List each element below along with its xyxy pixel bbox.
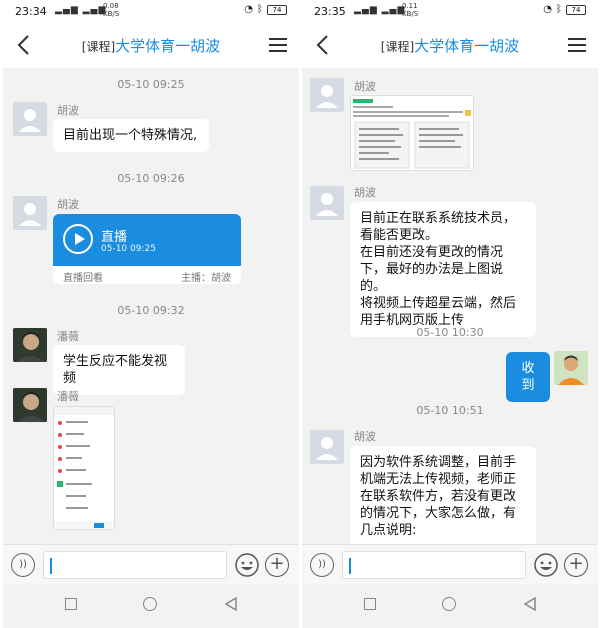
- avatar[interactable]: [13, 102, 47, 136]
- timestamp: 05-10 10:30: [416, 326, 484, 339]
- avatar[interactable]: [13, 388, 47, 422]
- sender-name: 潘薇: [57, 390, 79, 403]
- title-tag: [课程]: [380, 40, 415, 54]
- menu-icon[interactable]: [269, 38, 287, 52]
- chat-area[interactable]: 胡波 胡波 目前正在联系系统技术员，看能否更改。 在目前还没有更改的情况下，最好…: [302, 68, 598, 544]
- live-replay-link[interactable]: 直播回看: [63, 269, 103, 284]
- status-bar: 23:35 ▂▄▆ ▂▄▆ 0.11 KB/S ◔ ᛒ 74: [302, 0, 598, 22]
- recent-apps-icon[interactable]: [364, 598, 376, 610]
- right-screenshot: 23:35 ▂▄▆ ▂▄▆ 0.11 KB/S ◔ ᛒ 74 [课程]大学体育一…: [302, 0, 598, 628]
- default-avatar-icon: [310, 78, 344, 112]
- user-photo-icon: [13, 388, 47, 422]
- emoji-icon[interactable]: [235, 553, 259, 577]
- voice-icon[interactable]: )): [11, 553, 35, 577]
- default-avatar-icon: [310, 430, 344, 464]
- title-bar: [课程]大学体育一胡波: [3, 22, 299, 68]
- wifi-icon: ◔: [244, 4, 253, 15]
- add-icon[interactable]: +: [265, 553, 289, 577]
- network-speed: 0.08 KB/S: [103, 2, 120, 18]
- timestamp: 05-10 09:25: [117, 78, 185, 91]
- image-thumbnail[interactable]: [350, 95, 474, 171]
- default-avatar-icon: [310, 186, 344, 220]
- user-photo-icon: [554, 351, 588, 385]
- my-avatar[interactable]: [554, 351, 588, 385]
- emoji-icon[interactable]: [534, 553, 558, 577]
- home-icon[interactable]: [442, 597, 456, 611]
- back-nav-icon[interactable]: [225, 597, 237, 611]
- bluetooth-icon: ᛒ: [556, 4, 562, 15]
- timestamp: 05-10 09:26: [117, 172, 185, 185]
- input-bar: )) +: [3, 544, 299, 584]
- message-input[interactable]: [342, 551, 526, 579]
- sender-name: 胡波: [354, 430, 376, 443]
- signal-icon: ▂▄▆ ▂▄▆: [55, 5, 107, 15]
- system-nav-bar: [302, 584, 598, 628]
- message-bubble[interactable]: 因为软件系统调整，目前手机端无法上传视频，老师正在联系软件方，若没有更改的情况下…: [350, 446, 536, 544]
- title-text: 大学体育一胡波: [414, 37, 520, 55]
- home-icon[interactable]: [143, 597, 157, 611]
- sender-name: 胡波: [354, 80, 376, 93]
- message-bubble[interactable]: 目前正在联系系统技术员，看能否更改。 在目前还没有更改的情况下，最好的办法是上图…: [350, 202, 536, 337]
- network-speed: 0.11 KB/S: [402, 2, 419, 18]
- live-card[interactable]: 直播 05-10 09:25 直播回看 主播：胡波: [53, 214, 241, 284]
- bluetooth-icon: ᛒ: [257, 4, 263, 15]
- message-input[interactable]: [43, 551, 227, 579]
- back-nav-icon[interactable]: [524, 597, 536, 611]
- sender-name: 潘薇: [57, 330, 79, 343]
- chat-area[interactable]: 05-10 09:25 胡波 目前出现一个特殊情况, 05-10 09:26 胡…: [3, 68, 299, 544]
- status-time: 23:34: [15, 5, 47, 18]
- recent-apps-icon[interactable]: [65, 598, 77, 610]
- left-screenshot: 23:34 ▂▄▆ ▂▄▆ 0.08 KB/S ◔ ᛒ 74 [课程]大学体育一…: [3, 0, 299, 628]
- status-bar: 23:34 ▂▄▆ ▂▄▆ 0.08 KB/S ◔ ᛒ 74: [3, 0, 299, 22]
- avatar[interactable]: [310, 186, 344, 220]
- battery-icon: 74: [267, 4, 287, 15]
- image-thumbnail[interactable]: [53, 406, 115, 530]
- voice-icon[interactable]: )): [310, 553, 334, 577]
- menu-icon[interactable]: [568, 38, 586, 52]
- title-tag: [课程]: [81, 40, 116, 54]
- timestamp: 05-10 09:32: [117, 304, 185, 317]
- title-text: 大学体育一胡波: [115, 37, 221, 55]
- page-title: [课程]大学体育一胡波: [302, 35, 598, 56]
- sender-name: 胡波: [57, 198, 79, 211]
- default-avatar-icon: [13, 196, 47, 230]
- sender-name: 胡波: [57, 104, 79, 117]
- live-time: 05-10 09:25: [101, 244, 156, 254]
- play-icon[interactable]: [63, 224, 93, 254]
- page-title: [课程]大学体育一胡波: [3, 35, 299, 56]
- live-title: 直播: [101, 230, 128, 245]
- input-bar: )) +: [302, 544, 598, 584]
- message-bubble[interactable]: 目前出现一个特殊情况,: [53, 119, 209, 152]
- avatar[interactable]: [13, 328, 47, 362]
- avatar[interactable]: [310, 78, 344, 112]
- system-nav-bar: [3, 584, 299, 628]
- avatar[interactable]: [13, 196, 47, 230]
- user-photo-icon: [13, 328, 47, 362]
- avatar[interactable]: [310, 430, 344, 464]
- my-message-bubble[interactable]: 收到: [506, 352, 550, 402]
- default-avatar-icon: [13, 102, 47, 136]
- wifi-icon: ◔: [543, 4, 552, 15]
- status-time: 23:35: [314, 5, 346, 18]
- signal-icon: ▂▄▆ ▂▄▆: [354, 5, 406, 15]
- screenshot-image: [54, 407, 114, 529]
- screenshot-image: [351, 96, 473, 170]
- sender-name: 胡波: [354, 186, 376, 199]
- title-bar: [课程]大学体育一胡波: [302, 22, 598, 68]
- live-host: 主播：胡波: [181, 273, 231, 284]
- battery-icon: 74: [566, 4, 586, 15]
- timestamp: 05-10 10:51: [416, 404, 484, 417]
- add-icon[interactable]: +: [564, 553, 588, 577]
